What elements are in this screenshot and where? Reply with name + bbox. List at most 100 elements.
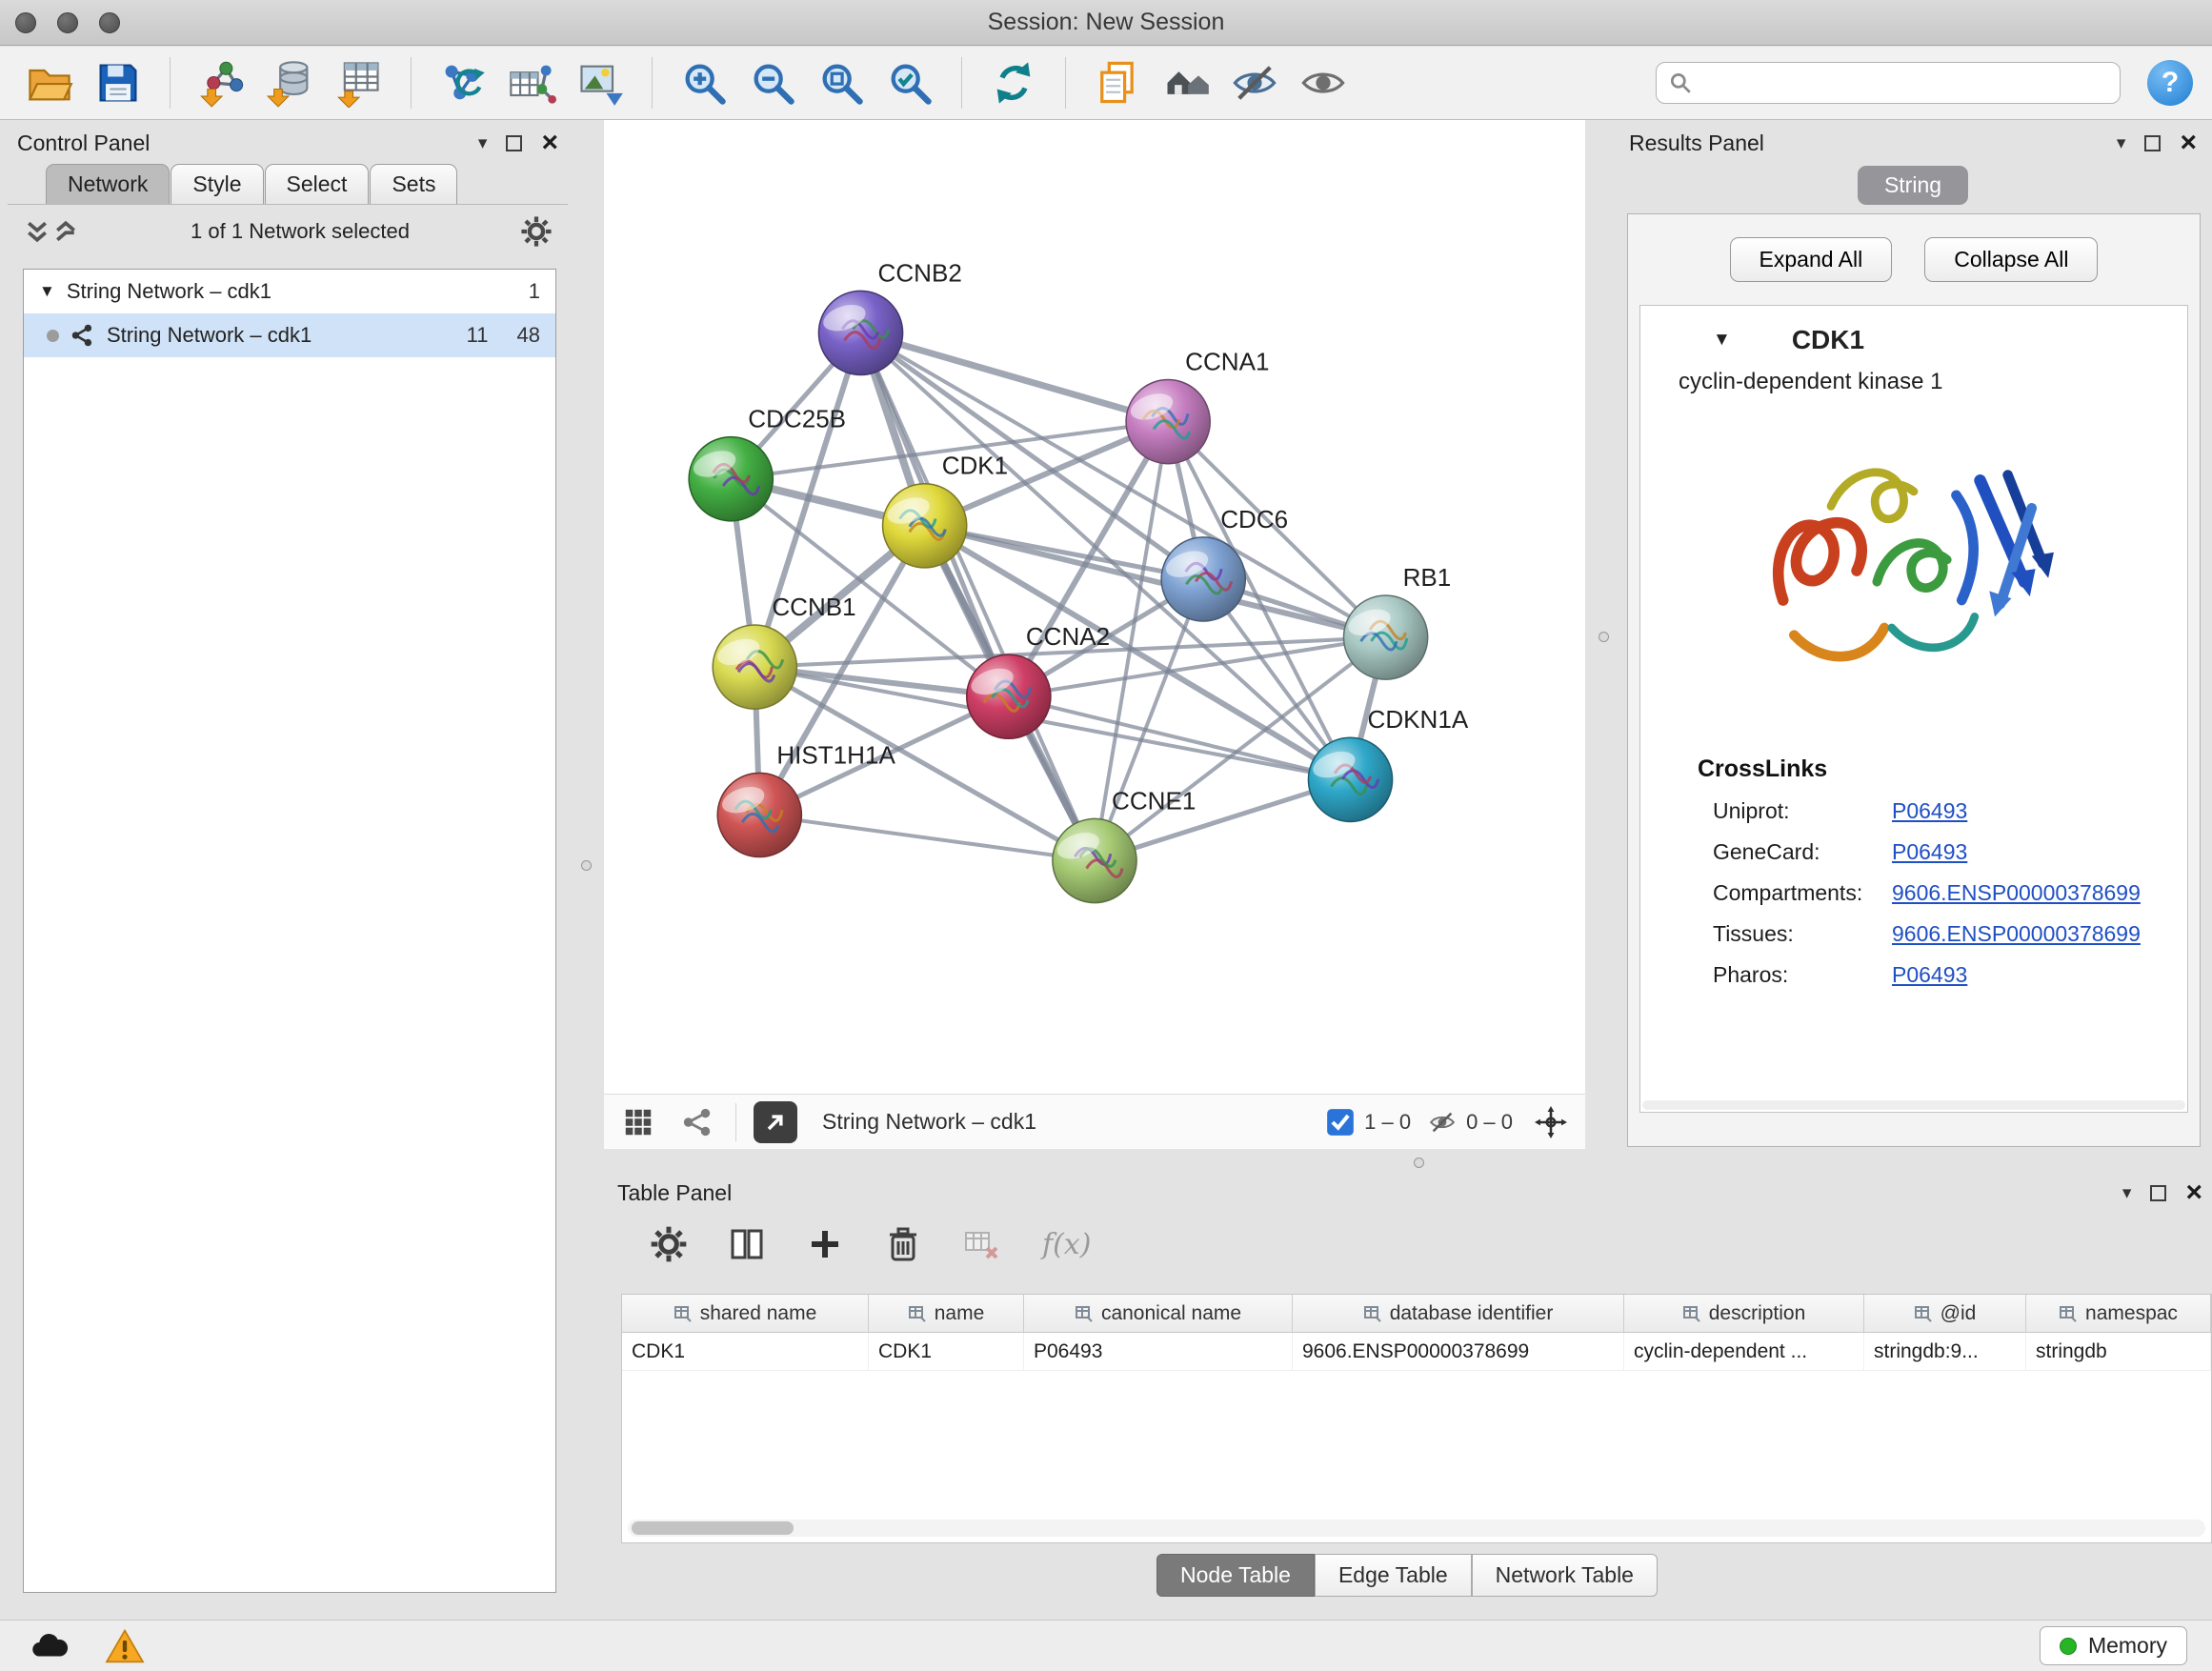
network-graph[interactable]: CCNB2CCNA1CDC25BCDK1CDC6RB1CCNB1CCNA2CDK… (604, 120, 1585, 1094)
entry-collapse-icon[interactable]: ▼ (1713, 330, 1731, 351)
import-network-file-button[interactable] (191, 52, 252, 113)
network-row[interactable]: String Network – cdk1 11 48 (24, 313, 555, 357)
tab-sets[interactable]: Sets (370, 164, 457, 204)
uniprot-link[interactable]: P06493 (1892, 798, 1967, 824)
birdseye-view-button[interactable] (676, 1101, 718, 1143)
memory-button[interactable]: Memory (2040, 1626, 2187, 1665)
panel-float-icon[interactable] (2144, 135, 2161, 151)
export-image-button[interactable] (570, 52, 631, 113)
delete-table-button[interactable] (958, 1221, 1004, 1267)
network-edge[interactable] (759, 815, 1095, 860)
network-edge[interactable] (861, 332, 1386, 637)
network-node[interactable]: CCNB1 (713, 593, 855, 709)
panel-close-icon[interactable]: × (2180, 131, 2197, 154)
network-tree: ▼ String Network – cdk1 1 String Network… (23, 269, 556, 1593)
cloud-button[interactable] (25, 1627, 72, 1665)
gear-icon[interactable] (520, 215, 553, 248)
tissues-link[interactable]: 9606.ENSP00000378699 (1892, 921, 2141, 947)
tab-select[interactable]: Select (265, 164, 370, 204)
column-header[interactable]: description (1624, 1295, 1864, 1332)
function-builder-button[interactable]: f(x) (1042, 1228, 1091, 1261)
splitter-grip[interactable] (581, 860, 592, 871)
warnings-button[interactable] (101, 1627, 149, 1665)
table-settings-button[interactable] (646, 1221, 692, 1267)
grid-view-button[interactable] (617, 1101, 659, 1143)
scrollbar-thumb[interactable] (632, 1521, 794, 1535)
tab-network[interactable]: Network (46, 164, 170, 204)
help-button[interactable]: ? (2147, 60, 2193, 106)
hide-selected-button[interactable] (1224, 52, 1285, 113)
network-node[interactable]: RB1 (1344, 563, 1452, 679)
network-node[interactable]: CCNA1 (1126, 348, 1269, 464)
collapse-all-icon[interactable] (23, 217, 51, 246)
show-selected-button[interactable] (1293, 52, 1354, 113)
panel-menu-icon[interactable]: ▾ (478, 134, 488, 152)
zoom-out-button[interactable] (742, 52, 803, 113)
tree-expand-icon[interactable]: ▼ (39, 282, 55, 301)
network-node[interactable]: CDKN1A (1308, 705, 1468, 821)
panel-close-icon[interactable]: × (541, 131, 558, 154)
network-node[interactable]: HIST1H1A (717, 740, 895, 856)
network-node[interactable]: CCNA2 (967, 622, 1110, 738)
panel-float-icon[interactable] (506, 135, 522, 151)
network-edge[interactable] (861, 332, 1095, 860)
copy-button[interactable] (1087, 52, 1148, 113)
memory-status-icon (2060, 1638, 2077, 1655)
network-node[interactable]: CCNE1 (1053, 786, 1196, 902)
maximize-window-button[interactable] (99, 12, 120, 33)
save-session-button[interactable] (88, 52, 149, 113)
table-row[interactable]: CDK1 CDK1 P06493 9606.ENSP00000378699 cy… (622, 1333, 2211, 1371)
pharos-link[interactable]: P06493 (1892, 962, 1967, 988)
collapse-all-button[interactable]: Collapse All (1924, 237, 2098, 282)
show-columns-button[interactable] (724, 1221, 770, 1267)
add-column-button[interactable] (802, 1221, 848, 1267)
zoom-in-button[interactable] (674, 52, 734, 113)
open-session-button[interactable] (19, 52, 80, 113)
new-network-button[interactable] (432, 52, 493, 113)
apply-layout-button[interactable] (983, 52, 1044, 113)
genecard-link[interactable]: P06493 (1892, 839, 1967, 865)
column-header[interactable]: database identifier (1293, 1295, 1624, 1332)
network-node[interactable]: CDC6 (1161, 505, 1288, 621)
panel-menu-icon[interactable]: ▾ (2117, 134, 2126, 152)
panel-close-icon[interactable]: × (2185, 1181, 2202, 1204)
splitter-grip[interactable] (1599, 632, 1609, 642)
splitter-grip[interactable] (1414, 1158, 1424, 1168)
string-tab-badge[interactable]: String (1858, 166, 1968, 205)
expand-all-icon[interactable] (51, 217, 80, 246)
panel-menu-icon[interactable]: ▾ (2122, 1184, 2132, 1202)
column-header[interactable]: namespac (2026, 1295, 2211, 1332)
column-header[interactable]: name (869, 1295, 1024, 1332)
network-collection-row[interactable]: ▼ String Network – cdk1 1 (24, 270, 555, 313)
panel-float-icon[interactable] (2150, 1185, 2166, 1201)
network-table-button[interactable] (501, 52, 562, 113)
column-header[interactable]: canonical name (1024, 1295, 1293, 1332)
tab-edge-table[interactable]: Edge Table (1315, 1554, 1472, 1597)
table-hscrollbar[interactable] (628, 1520, 2205, 1537)
close-window-button[interactable] (15, 12, 36, 33)
checkbox-icon[interactable] (1326, 1108, 1355, 1137)
detach-view-button[interactable] (754, 1101, 797, 1143)
import-network-database-button[interactable] (260, 52, 321, 113)
results-scrollbar[interactable] (1642, 1100, 2185, 1110)
zoom-selected-button[interactable] (879, 52, 940, 113)
tab-style[interactable]: Style (171, 164, 263, 204)
column-header[interactable]: shared name (622, 1295, 869, 1332)
home-button[interactable] (1156, 52, 1217, 113)
network-node[interactable]: CDK1 (883, 452, 1009, 568)
network-canvas[interactable]: CCNB2CCNA1CDC25BCDK1CDC6RB1CCNB1CCNA2CDK… (604, 120, 1585, 1094)
delete-column-button[interactable] (880, 1221, 926, 1267)
compartments-link[interactable]: 9606.ENSP00000378699 (1892, 880, 2141, 906)
minimize-window-button[interactable] (57, 12, 78, 33)
fit-content-button[interactable] (1530, 1101, 1572, 1143)
tab-network-table[interactable]: Network Table (1472, 1554, 1658, 1597)
expand-all-button[interactable]: Expand All (1730, 237, 1893, 282)
column-header[interactable]: @id (1864, 1295, 2026, 1332)
crosslink-row: GeneCard: P06493 (1713, 839, 2170, 865)
results-panel-title: Results Panel (1629, 131, 1764, 156)
eye-slash-icon[interactable] (1428, 1108, 1457, 1137)
zoom-fit-button[interactable] (811, 52, 872, 113)
search-input[interactable] (1700, 70, 2108, 95)
tab-node-table[interactable]: Node Table (1156, 1554, 1315, 1597)
import-table-button[interactable] (329, 52, 390, 113)
